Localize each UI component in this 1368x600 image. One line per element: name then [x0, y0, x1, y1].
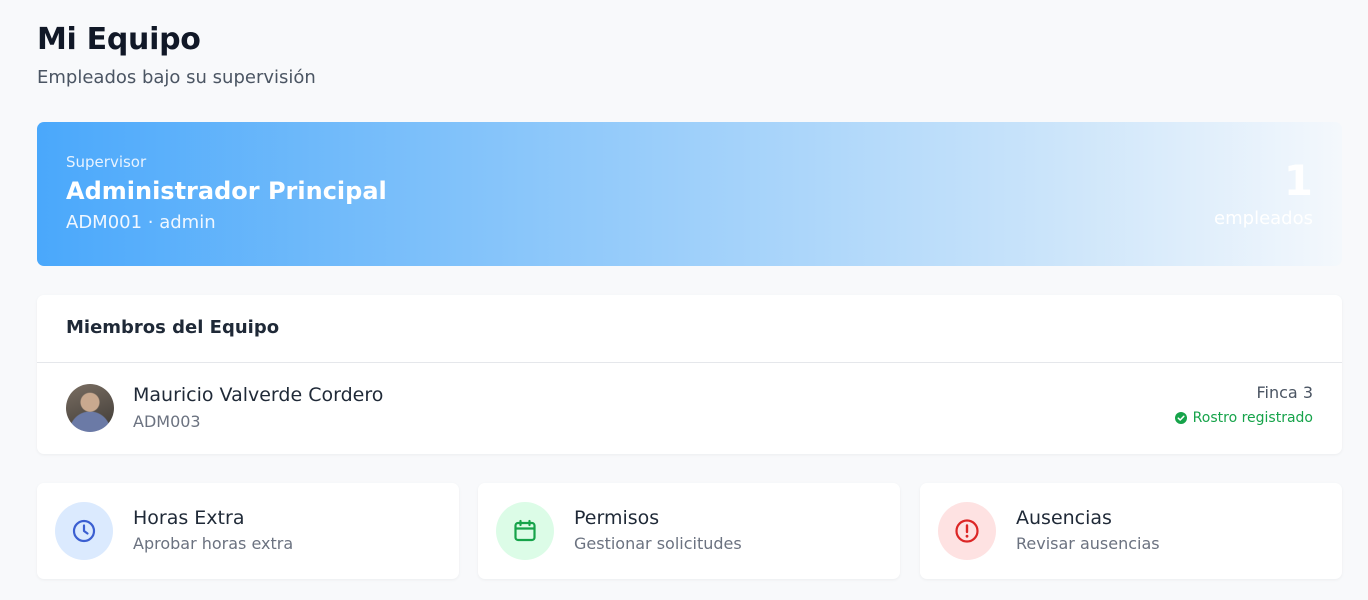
supervisor-label: Supervisor [66, 153, 147, 171]
absences-description: Revisar ausencias [1016, 534, 1160, 553]
calendar-icon [496, 502, 554, 560]
permissions-title: Permisos [574, 507, 660, 529]
page-subtitle: Empleados bajo su supervisión [37, 67, 316, 88]
face-registered-badge: Rostro registrado [1174, 410, 1313, 426]
team-members-card: Miembros del Equipo Mauricio Valverde Co… [37, 295, 1342, 454]
check-circle-icon [1174, 412, 1187, 424]
supervisor-code: ADM001 · admin [66, 212, 216, 233]
member-location: Finca 3 [1256, 383, 1314, 402]
clock-icon [55, 502, 113, 560]
overtime-title: Horas Extra [133, 507, 245, 529]
team-members-title: Miembros del Equipo [66, 317, 280, 338]
team-member-row[interactable]: Mauricio Valverde Cordero ADM003 Finca 3… [37, 363, 1342, 454]
absences-title: Ausencias [1016, 507, 1112, 529]
employee-count-label: empleados [1214, 208, 1313, 229]
permissions-card[interactable]: Permisos Gestionar solicitudes [478, 483, 900, 579]
supervisor-name: Administrador Principal [66, 177, 387, 205]
employee-count: 1 [1283, 156, 1313, 205]
overtime-description: Aprobar horas extra [133, 534, 294, 553]
member-code: ADM003 [133, 412, 201, 431]
alert-circle-icon [938, 502, 996, 560]
supervisor-card: Supervisor Administrador Principal ADM00… [37, 122, 1342, 266]
absences-card[interactable]: Ausencias Revisar ausencias [920, 483, 1342, 579]
page-title: Mi Equipo [37, 22, 201, 57]
overtime-card[interactable]: Horas Extra Aprobar horas extra [37, 483, 459, 579]
face-status-label: Rostro registrado [1192, 410, 1313, 426]
permissions-description: Gestionar solicitudes [574, 534, 742, 553]
member-name: Mauricio Valverde Cordero [133, 384, 384, 406]
avatar [66, 384, 114, 432]
